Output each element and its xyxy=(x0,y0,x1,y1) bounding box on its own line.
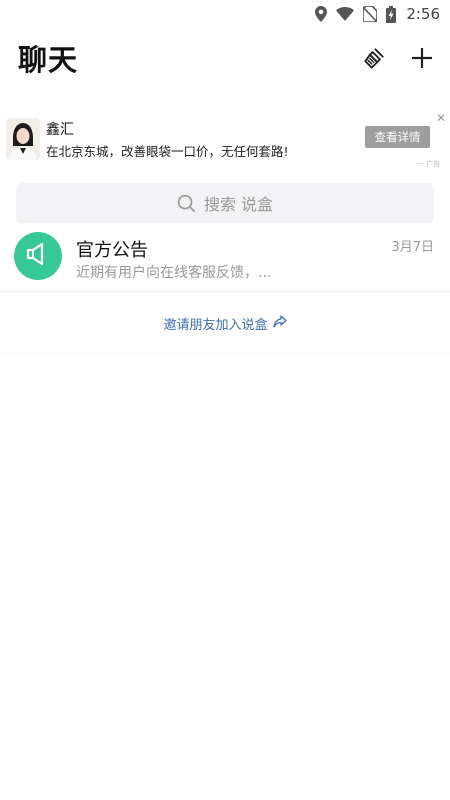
ad-close-button[interactable]: ✕ xyxy=(436,111,446,125)
header-actions xyxy=(360,44,436,72)
share-icon xyxy=(272,314,287,332)
chat-time: 3月7日 xyxy=(391,240,434,255)
location-icon xyxy=(315,6,328,22)
chat-preview: 近期有用户向在线客服反馈，... xyxy=(76,265,272,281)
header: 聊天 xyxy=(0,36,450,80)
ad-details-button[interactable]: 查看详情 xyxy=(365,126,430,148)
search-bar[interactable]: 搜索 说盒 xyxy=(16,183,434,223)
search-icon xyxy=(177,194,196,213)
divider xyxy=(0,353,450,354)
ad-avatar xyxy=(6,118,40,160)
page-title: 聊天 xyxy=(18,43,79,77)
ad-tag: 一 广告 xyxy=(417,160,441,168)
plus-icon[interactable] xyxy=(408,44,436,72)
divider xyxy=(0,291,450,292)
chat-avatar xyxy=(14,232,62,280)
wifi-icon xyxy=(336,7,355,21)
chat-item-announcement[interactable]: 官方公告 近期有用户向在线客服反馈，... 3月7日 xyxy=(0,230,450,292)
ad-description: 在北京东城，改善眼袋一口价，无任何套路! xyxy=(46,144,289,159)
no-sim-icon xyxy=(363,6,378,22)
battery-charging-icon xyxy=(386,5,397,23)
ad-name: 鑫汇 xyxy=(46,122,74,138)
broom-icon[interactable] xyxy=(360,44,388,72)
chat-title: 官方公告 xyxy=(76,240,148,261)
invite-friends-link[interactable]: 邀请朋友加入说盒 xyxy=(0,313,450,333)
status-bar: 2:56 xyxy=(0,0,450,28)
ad-tag-label: 广告 xyxy=(426,160,441,168)
ad-banner[interactable]: 鑫汇 在北京东城，改善眼袋一口价，无任何套路! 查看详情 ✕ 一 广告 xyxy=(0,108,450,172)
megaphone-icon xyxy=(24,240,52,272)
invite-label: 邀请朋友加入说盒 xyxy=(163,317,268,333)
search-placeholder: 搜索 说盒 xyxy=(203,195,274,214)
status-time: 2:56 xyxy=(406,5,440,23)
